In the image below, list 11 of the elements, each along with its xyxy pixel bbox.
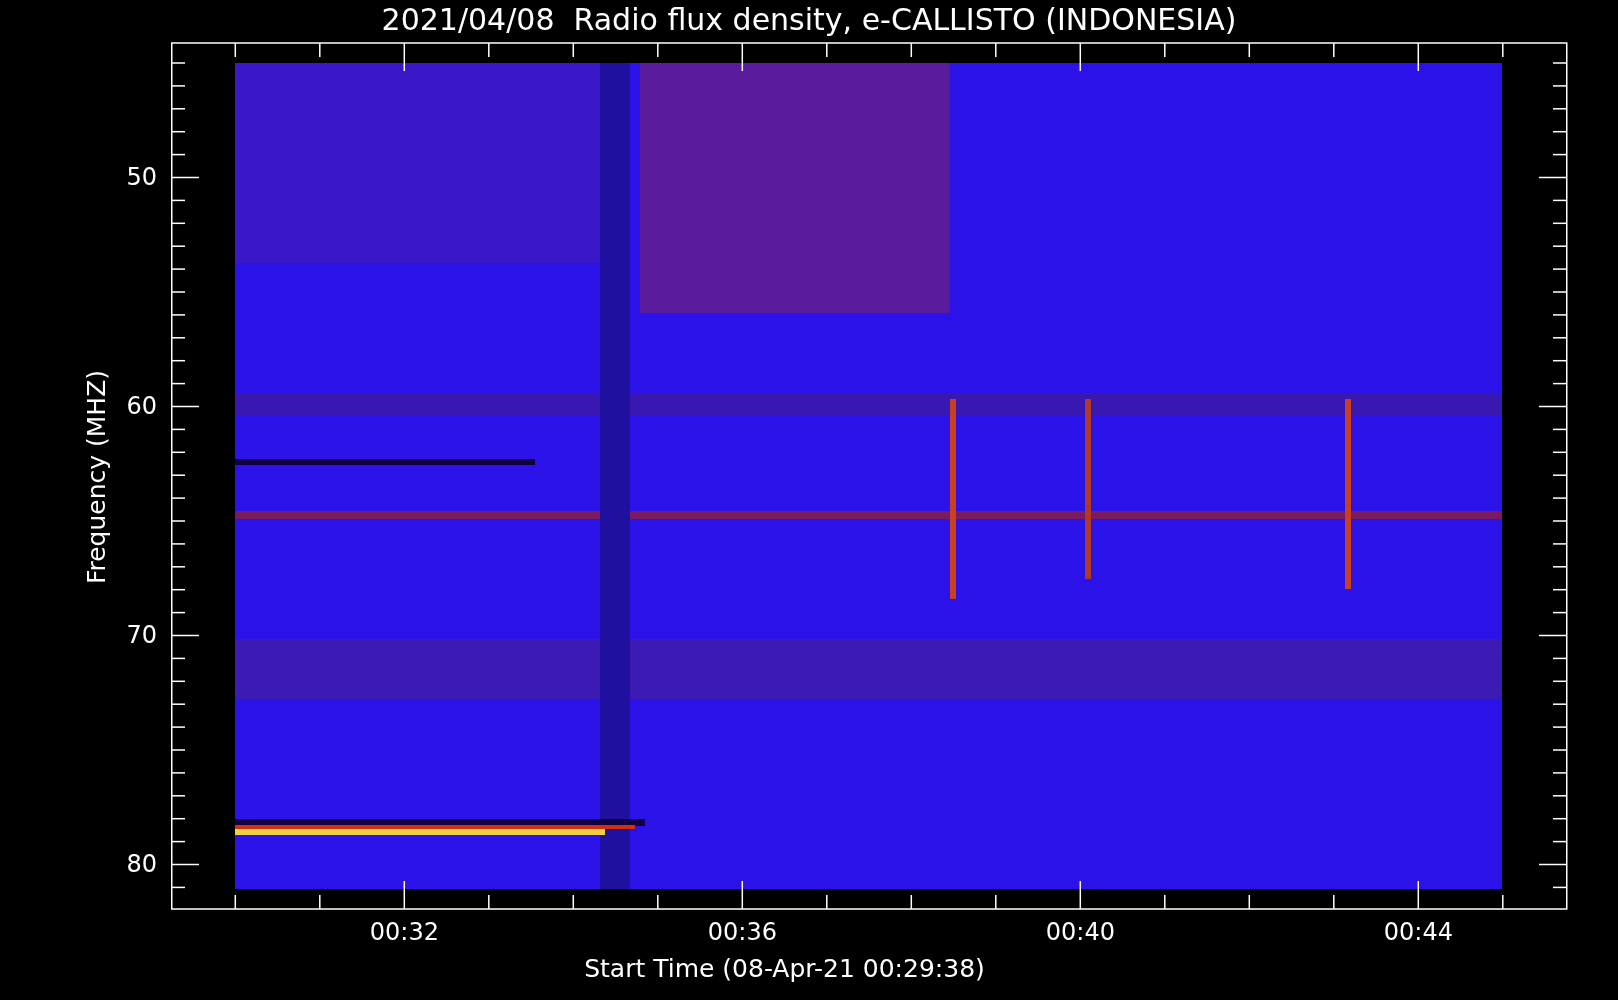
x-axis-label: Start Time (08-Apr-21 00:29:38)	[584, 954, 985, 983]
y-tick-label: 80	[126, 850, 157, 879]
x-tick-label: 00:44	[1383, 918, 1453, 947]
y-tick-label: 60	[126, 392, 157, 421]
x-tick-label: 00:36	[707, 918, 777, 947]
y-tick-label: 70	[126, 621, 157, 650]
x-tick-label: 00:32	[369, 918, 439, 947]
y-tick-label: 50	[126, 163, 157, 192]
chart-title: 2021/04/08 Radio flux density, e-CALLISTO (INDONESIA)	[381, 1, 1237, 39]
y-axis-label: Frequency (MHZ)	[82, 369, 113, 585]
x-tick-label: 00:40	[1045, 918, 1115, 947]
